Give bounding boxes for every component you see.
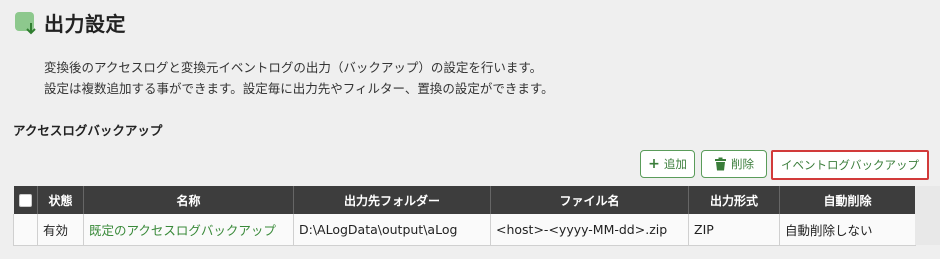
- column-header-format[interactable]: 出力形式: [688, 186, 780, 214]
- table-header-row: 状態 名称 出力先フォルダー ファイル名 出力形式 自動削除: [13, 186, 916, 214]
- description-line-2: 設定は複数追加する事ができます。設定毎に出力先やフィルター、置換の設定ができます…: [44, 81, 554, 96]
- row-checkbox-cell: [13, 214, 38, 246]
- column-header-name[interactable]: 名称: [83, 186, 294, 214]
- delete-button[interactable]: 削除: [701, 150, 767, 178]
- delete-button-label: 削除: [731, 157, 754, 171]
- cell-format: ZIP: [688, 214, 780, 246]
- column-header-auto-delete[interactable]: 自動削除: [779, 186, 916, 214]
- cell-status: 有効: [37, 214, 84, 246]
- backup-table: 状態 名称 出力先フォルダー ファイル名 出力形式 自動削除 有効 既定のアクセ…: [13, 186, 916, 246]
- event-log-backup-button[interactable]: イベントログバックアップ: [771, 150, 929, 180]
- table-overflow-edge: [915, 186, 940, 245]
- column-header-folder[interactable]: 出力先フォルダー: [293, 186, 491, 214]
- column-header-status[interactable]: 状態: [37, 186, 84, 214]
- cell-name-link[interactable]: 既定のアクセスログバックアップ: [83, 214, 294, 246]
- plus-icon: +: [648, 156, 660, 172]
- column-header-filename[interactable]: ファイル名: [490, 186, 689, 214]
- cell-auto-delete: 自動削除しない: [779, 214, 916, 246]
- description-line-1: 変換後のアクセスログと変換元イベントログの出力（バックアップ）の設定を行います。: [44, 60, 543, 75]
- cell-filename: <host>-<yyyy-MM-dd>.zip: [490, 214, 689, 246]
- add-button-label: 追加: [663, 157, 687, 171]
- output-settings-icon: [14, 10, 38, 36]
- page-title: 出力設定: [44, 12, 126, 36]
- section-title: アクセスログバックアップ: [13, 123, 163, 138]
- cell-folder: D:\ALogData\output\aLog: [293, 214, 491, 246]
- add-button[interactable]: + 追加: [640, 150, 695, 178]
- select-all-cell: [13, 186, 38, 214]
- page-header: 出力設定: [14, 8, 126, 37]
- select-all-checkbox[interactable]: [18, 194, 32, 207]
- table-row[interactable]: 有効 既定のアクセスログバックアップ D:\ALogData\output\aL…: [13, 214, 916, 246]
- trash-icon: [715, 157, 726, 171]
